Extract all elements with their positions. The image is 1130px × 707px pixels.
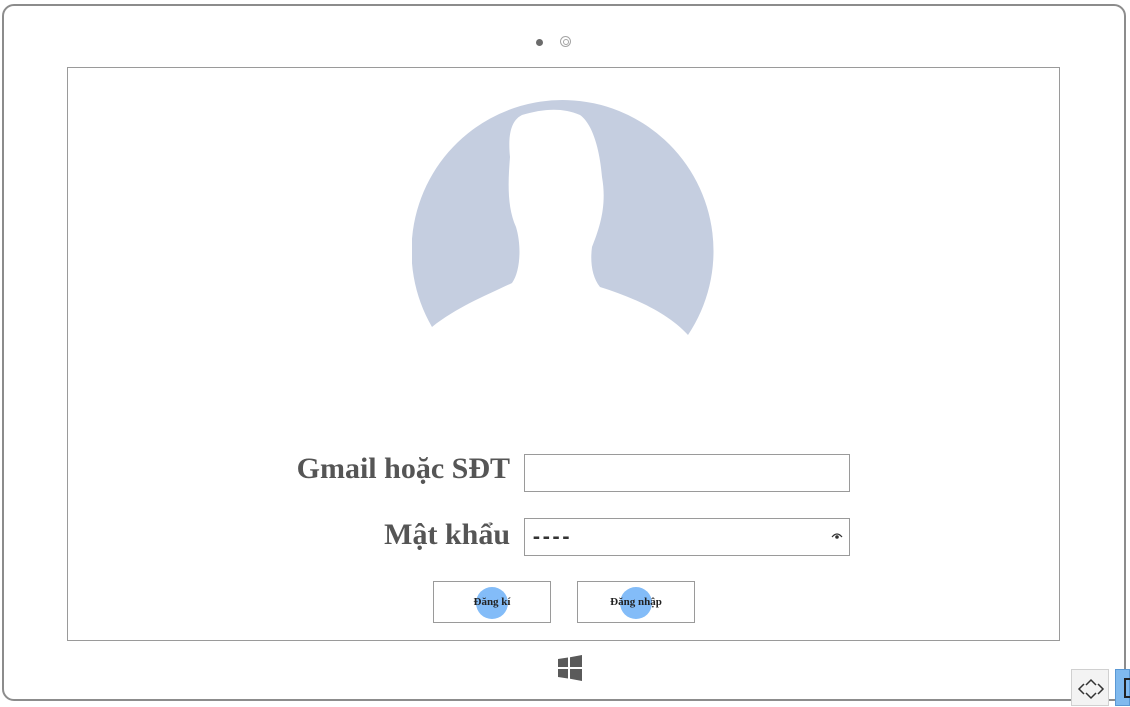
camera-lens-icon <box>560 36 571 47</box>
email-field[interactable] <box>524 454 850 492</box>
expand-button[interactable] <box>1071 669 1109 706</box>
login-button[interactable]: Đăng nhập <box>577 581 695 623</box>
register-button[interactable]: Đăng kí <box>433 581 551 623</box>
show-password-icon[interactable] <box>831 531 843 541</box>
avatar-silhouette-icon <box>412 100 714 335</box>
camera-sensor-icon <box>536 39 543 46</box>
password-field[interactable]: ---- <box>524 518 850 556</box>
login-button-label: Đăng nhập <box>610 596 662 608</box>
side-panel-button[interactable] <box>1115 669 1130 706</box>
register-button-label: Đăng kí <box>473 596 511 608</box>
expand-arrows-icon <box>1077 678 1105 700</box>
password-label: Mật khẩu <box>384 518 510 551</box>
windows-logo-icon[interactable] <box>558 655 582 681</box>
password-mask: ---- <box>531 527 571 548</box>
email-label: Gmail hoặc SĐT <box>296 452 510 485</box>
